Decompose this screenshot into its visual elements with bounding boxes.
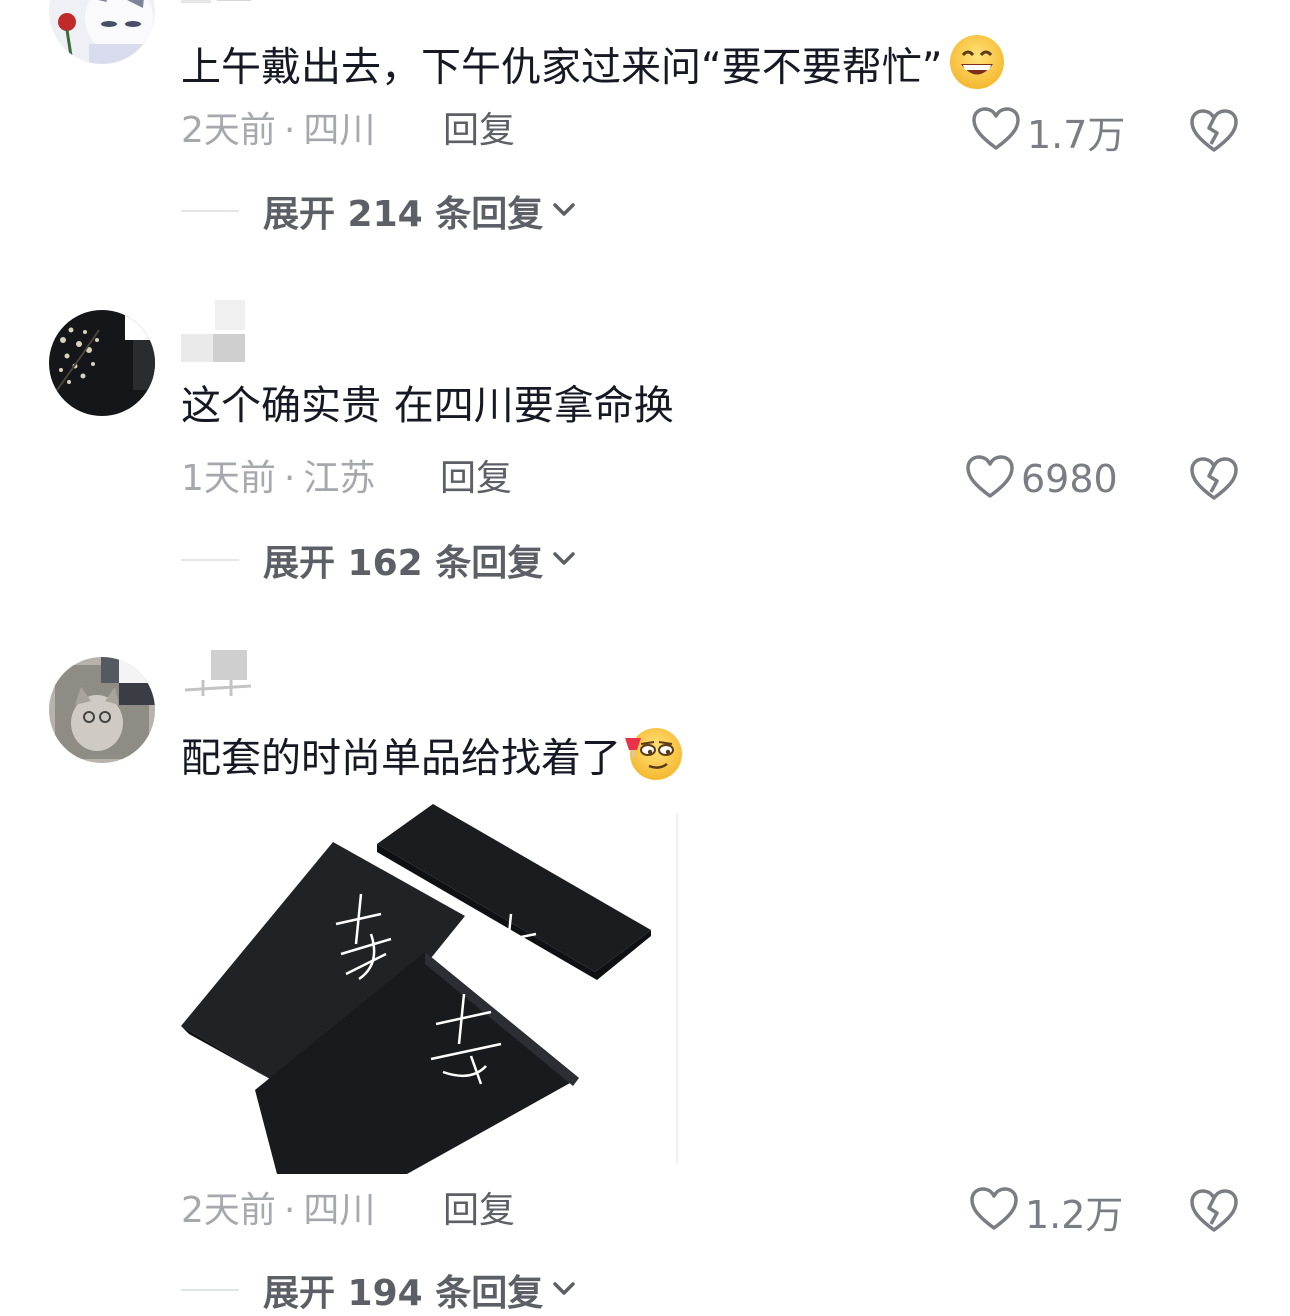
username-blurred[interactable] xyxy=(181,650,257,700)
like-count: 1.2万 xyxy=(1025,1192,1124,1237)
avatar[interactable] xyxy=(49,0,155,64)
expand-replies-button[interactable]: 展开 162 条回复 xyxy=(181,536,577,584)
like-button[interactable]: 1.2万 xyxy=(969,1186,1123,1237)
like-button[interactable]: 1.7万 xyxy=(971,106,1125,157)
like-count: 1.7万 xyxy=(1027,112,1126,157)
divider-line xyxy=(181,1289,239,1291)
like-button[interactable]: 6980 xyxy=(965,455,1118,503)
expand-replies-button[interactable]: 展开 214 条回复 xyxy=(181,187,577,235)
mourning-armbands-photo xyxy=(181,804,678,1174)
expand-replies-label: 展开 194 条回复 xyxy=(263,1273,544,1314)
divider-line xyxy=(181,559,239,561)
heart-outline-icon xyxy=(969,1186,1019,1236)
avatar[interactable] xyxy=(49,310,155,416)
reply-button[interactable]: 回复 xyxy=(440,455,512,503)
chevron-down-icon xyxy=(551,548,577,572)
expand-replies-button[interactable]: 展开 194 条回复 xyxy=(181,1266,577,1314)
location: 四川 xyxy=(303,1190,376,1231)
broken-heart-icon xyxy=(1188,1189,1240,1239)
username-blurred[interactable] xyxy=(181,0,261,3)
heart-outline-icon xyxy=(965,454,1015,504)
broken-heart-icon xyxy=(1188,109,1240,159)
divider-line xyxy=(181,210,239,212)
dislike-button[interactable] xyxy=(1188,107,1240,155)
comment-image[interactable] xyxy=(181,804,678,1174)
timestamp: 2天前 xyxy=(181,110,276,151)
username-blurred[interactable] xyxy=(181,300,251,364)
comment-text: 上午戴出去，下午仇家过来问“要不要帮忙” xyxy=(181,33,1006,106)
broken-heart-icon xyxy=(1188,457,1240,507)
comment-meta: 2天前 · 四川 xyxy=(181,1190,376,1231)
chevron-down-icon xyxy=(551,1278,577,1302)
location: 四川 xyxy=(303,110,376,151)
reply-button[interactable]: 回复 xyxy=(443,1187,515,1235)
like-count: 6980 xyxy=(1021,457,1118,501)
location: 江苏 xyxy=(303,458,376,499)
expand-replies-label: 展开 214 条回复 xyxy=(263,194,544,235)
timestamp: 1天前 xyxy=(181,458,276,499)
timestamp: 2天前 xyxy=(181,1190,276,1231)
smirking-wine-face-emoji xyxy=(623,724,685,797)
avatar[interactable] xyxy=(49,657,155,763)
dislike-button[interactable] xyxy=(1188,1187,1240,1235)
comment-meta: 1天前 · 江苏 xyxy=(181,458,376,499)
comment-meta: 2天前 · 四川 xyxy=(181,110,376,151)
comment-text: 这个确实贵 在四川要拿命换 xyxy=(181,383,674,429)
dislike-button[interactable] xyxy=(1188,455,1240,503)
expand-replies-label: 展开 162 条回复 xyxy=(263,543,544,584)
reply-button[interactable]: 回复 xyxy=(443,107,515,155)
chevron-down-icon xyxy=(551,199,577,223)
grinning-face-emoji xyxy=(948,33,1006,106)
heart-outline-icon xyxy=(971,106,1021,156)
comment-text: 配套的时尚单品给找着了 xyxy=(181,724,685,797)
